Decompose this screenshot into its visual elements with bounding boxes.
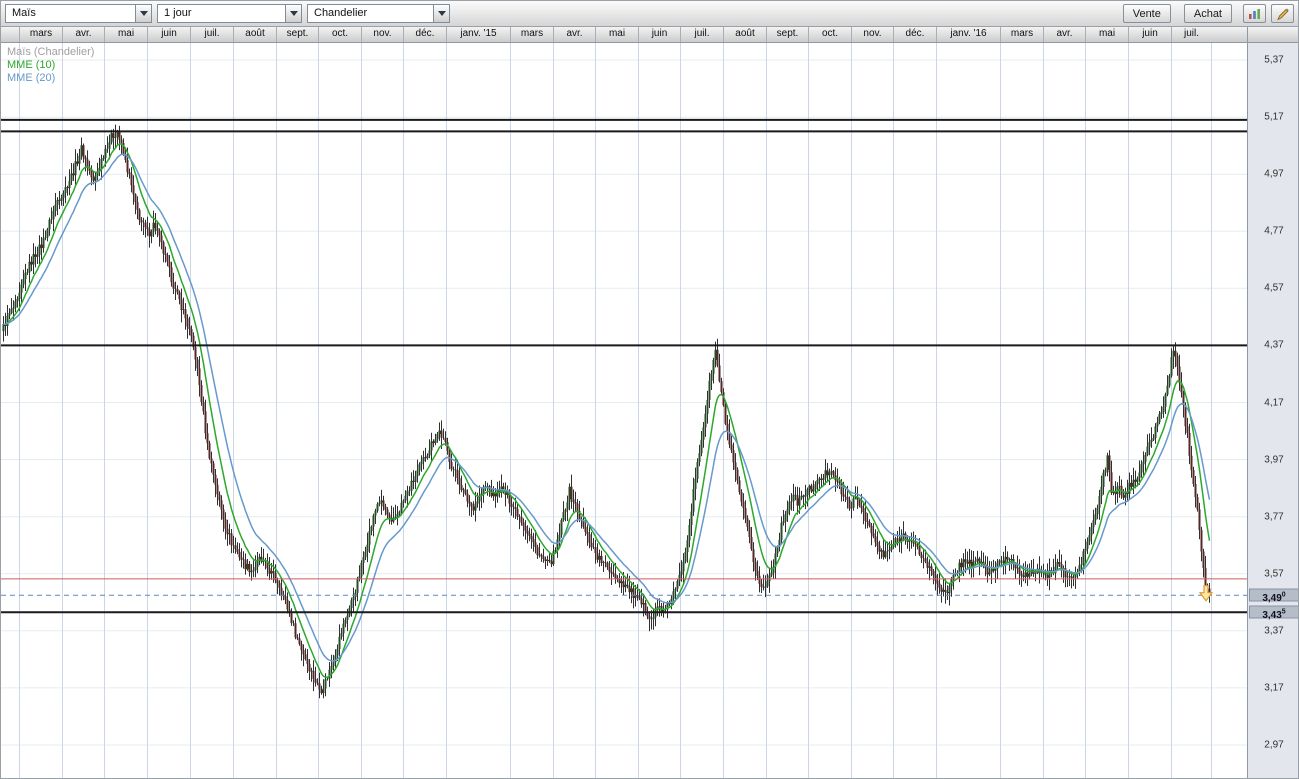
candles-up bbox=[2, 131, 1175, 694]
time-axis-month: mars bbox=[510, 27, 553, 42]
time-axis-month: août bbox=[723, 27, 766, 42]
chart-area[interactable]: Maïs (Chandelier) MME (10) MME (20) bbox=[1, 43, 1247, 779]
time-axis-month: oct. bbox=[318, 27, 361, 42]
instrument-select-value[interactable]: Maïs bbox=[5, 4, 135, 23]
price-marker-badge: 3,435 bbox=[1249, 605, 1298, 621]
draw-button[interactable] bbox=[1271, 4, 1294, 23]
trading-platform-window: Maïs 1 jour Chandelier Vente Achat mars … bbox=[0, 0, 1299, 779]
time-axis-month: mai bbox=[595, 27, 638, 42]
time-axis-month: juil. bbox=[1171, 27, 1211, 42]
timeframe-select-value[interactable]: 1 jour bbox=[157, 4, 285, 23]
price-tick-label: 3,57 bbox=[1264, 568, 1284, 580]
price-marker-badge: 3,490 bbox=[1249, 588, 1298, 604]
chart-tools-button[interactable] bbox=[1243, 4, 1266, 23]
time-axis-month: août bbox=[233, 27, 276, 42]
price-tick-label: 5,17 bbox=[1264, 111, 1284, 123]
time-axis-month: janv. '15 bbox=[446, 27, 510, 42]
chart-legend: Maïs (Chandelier) MME (10) MME (20) bbox=[7, 46, 94, 85]
price-tick-label: 4,37 bbox=[1264, 339, 1284, 351]
price-tick-label: 3,37 bbox=[1264, 625, 1284, 637]
time-axis-month: déc. bbox=[403, 27, 446, 42]
chevron-down-icon bbox=[289, 11, 298, 16]
candlestick-chart[interactable] bbox=[1, 43, 1247, 779]
price-tick-label: 3,77 bbox=[1264, 511, 1284, 523]
price-tick-label: 3,17 bbox=[1264, 682, 1284, 694]
price-tick-label: 4,97 bbox=[1264, 168, 1284, 180]
time-axis-month: juil. bbox=[190, 27, 233, 42]
time-axis-month: mars bbox=[1000, 27, 1043, 42]
time-axis-month: avr. bbox=[1043, 27, 1085, 42]
time-axis-month: oct. bbox=[808, 27, 851, 42]
time-axis-month: avr. bbox=[553, 27, 595, 42]
candles-down bbox=[4, 131, 1211, 694]
time-axis-filler bbox=[1211, 27, 1247, 42]
chevron-down-icon bbox=[437, 11, 446, 16]
legend-item: MME (10) bbox=[7, 59, 56, 71]
timeframe-select[interactable]: 1 jour bbox=[157, 4, 302, 23]
time-axis-month: nov. bbox=[361, 27, 403, 42]
chevron-down-icon bbox=[139, 11, 148, 16]
time-axis-month: nov. bbox=[851, 27, 893, 42]
legend-item: Maïs (Chandelier) bbox=[7, 46, 95, 58]
chart-type-select-arrow-button[interactable] bbox=[433, 4, 450, 23]
time-axis-month: janv. '16 bbox=[936, 27, 1000, 42]
time-axis-month: sept. bbox=[766, 27, 808, 42]
ema-line-10 bbox=[3, 143, 1211, 679]
buy-button[interactable]: Achat bbox=[1183, 4, 1232, 23]
time-axis-month: mars bbox=[19, 27, 62, 42]
time-axis-month: mai bbox=[104, 27, 147, 42]
chart-type-select-value[interactable]: Chandelier bbox=[307, 4, 433, 23]
time-axis-month: juin bbox=[1128, 27, 1171, 42]
time-axis-month: juil. bbox=[680, 27, 723, 42]
price-tick-label: 4,17 bbox=[1264, 397, 1284, 408]
time-axis-month: déc. bbox=[893, 27, 936, 42]
instrument-select[interactable]: Maïs bbox=[5, 4, 152, 23]
time-axis[interactable]: mars avr. mai juin juil. août sept. oct. nov. déc… bbox=[1, 27, 1298, 43]
pencil-icon bbox=[1276, 8, 1289, 20]
time-axis-month: sept. bbox=[276, 27, 318, 42]
price-tick-label: 4,77 bbox=[1264, 225, 1284, 237]
ema-line-20 bbox=[3, 153, 1211, 662]
axis-corner bbox=[1247, 27, 1298, 42]
legend-item: MME (20) bbox=[7, 72, 56, 84]
timeframe-select-arrow-button[interactable] bbox=[285, 4, 302, 23]
time-axis-month: mai bbox=[1085, 27, 1128, 42]
toolbar: Maïs 1 jour Chandelier Vente Achat bbox=[1, 1, 1298, 27]
price-tick-label: 4,57 bbox=[1264, 282, 1284, 294]
price-axis[interactable]: 5,37 5,17 4,97 4,77 4,57 4,37 4,17 3,97 3,77 3,57… bbox=[1247, 43, 1298, 778]
chart-icon bbox=[1248, 8, 1260, 19]
time-axis-month: juin bbox=[147, 27, 190, 42]
chart-type-select[interactable]: Chandelier bbox=[307, 4, 450, 23]
price-tick-label: 5,37 bbox=[1264, 54, 1284, 66]
price-tick-label: 2,97 bbox=[1264, 739, 1284, 751]
time-axis-offset bbox=[1, 27, 19, 42]
sell-signal-arrow-icon bbox=[1198, 585, 1214, 602]
price-tick-label: 3,97 bbox=[1264, 454, 1284, 466]
sell-button[interactable]: Vente bbox=[1122, 4, 1171, 23]
time-axis-month: juin bbox=[638, 27, 680, 42]
time-axis-month: avr. bbox=[62, 27, 104, 42]
instrument-select-arrow-button[interactable] bbox=[135, 4, 152, 23]
